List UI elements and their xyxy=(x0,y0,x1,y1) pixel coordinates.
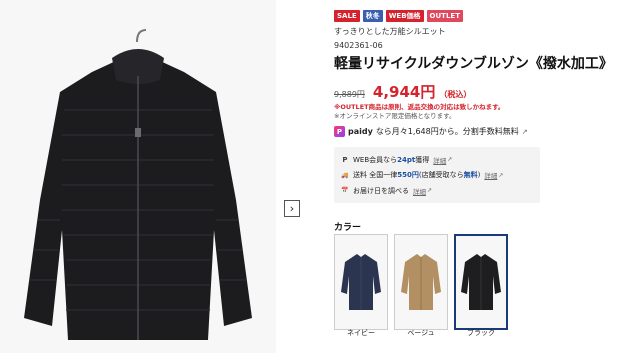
delivery-row: 📅 お届け日を調べる 詳細 ↗ xyxy=(340,183,534,199)
main-product-image xyxy=(0,0,276,353)
shipping-detail-link[interactable]: 詳細 xyxy=(484,170,497,180)
original-price: 9,889円 xyxy=(334,90,365,99)
paidy-row: P paidy なら月々1,648円から。分割手数料無料 ↗ xyxy=(334,125,634,138)
color-name-beige: ベージュ xyxy=(407,329,435,337)
product-title: 軽量リサイクルダウンブルゾン《撥水加工》 xyxy=(334,56,613,72)
price-row: 9,889円 4,944円 （税込） xyxy=(334,81,634,101)
shipping-text-mid: (店舗受取なら xyxy=(418,171,464,180)
points-amount: 24pt xyxy=(397,155,416,164)
color-swatch-black[interactable] xyxy=(454,234,508,330)
badge-outlet: OUTLET xyxy=(426,10,463,22)
color-name-navy: ネイビー xyxy=(347,329,375,337)
badge-season: 秋冬 xyxy=(362,10,383,22)
online-notice: ※オンラインストア限定価格となります。 xyxy=(334,112,456,120)
jacket-illustration xyxy=(24,29,252,340)
badge-sale: SALE xyxy=(334,10,360,22)
points-text-pre: WEB会員なら xyxy=(353,155,398,164)
shipping-row: 🚚 送料 全国一律 550円 (店舗受取なら 無料 ) 詳細 ↗ xyxy=(340,168,534,184)
tax-label: （税込） xyxy=(439,90,472,99)
external-link-icon: ↗ xyxy=(447,156,453,164)
points-detail-link[interactable]: 詳細 xyxy=(433,155,446,165)
color-swatch-navy[interactable] xyxy=(334,234,388,330)
shipping-text-pre: 送料 全国一律 xyxy=(353,171,398,180)
badge-list: SALE 秋冬 WEB価格 OUTLET xyxy=(334,10,634,22)
points-icon: P xyxy=(342,155,348,164)
product-code: 9402361-06 xyxy=(334,41,383,50)
chevron-right-icon: › xyxy=(289,202,295,215)
points-row: P WEB会員なら 24pt 獲得 詳細 ↗ xyxy=(340,152,534,168)
next-image-button[interactable]: › xyxy=(284,200,300,217)
service-info-box: P WEB会員なら 24pt 獲得 詳細 ↗ 🚚 送料 全国一律 550円 (店… xyxy=(334,147,540,203)
color-name-list: ネイビー ベージュ ブラック xyxy=(334,328,508,338)
external-link-icon: ↗ xyxy=(498,171,504,179)
product-info: SALE 秋冬 WEB価格 OUTLET すっきりとした万能シルエット 9402… xyxy=(334,10,634,203)
color-swatch-list xyxy=(334,234,508,330)
color-name-black: ブラック xyxy=(467,329,495,337)
badge-web-price: WEB価格 xyxy=(385,10,424,22)
outlet-notice: ※OUTLET商品は原則、返品交換の対応は致しかねます。 xyxy=(334,103,505,111)
store-pickup-free: 無料 xyxy=(463,171,478,180)
color-swatch-beige[interactable] xyxy=(394,234,448,330)
jacket-thumb-beige xyxy=(401,254,441,310)
jacket-thumb-black xyxy=(461,254,501,310)
truck-icon: 🚚 xyxy=(341,171,349,179)
paidy-logo-icon: P xyxy=(334,126,345,137)
paidy-brand: paidy xyxy=(348,127,373,136)
delivery-check-text[interactable]: お届け日を調べる xyxy=(353,186,409,196)
jacket-thumb-navy xyxy=(341,254,381,310)
delivery-detail-link[interactable]: 詳細 xyxy=(413,186,426,196)
points-text-post: 獲得 xyxy=(415,155,430,164)
paidy-text: なら月々1,648円から。分割手数料無料 xyxy=(375,127,519,136)
calendar-icon: 📅 xyxy=(341,187,349,195)
color-section-label: カラー xyxy=(334,223,362,233)
shipping-text-post: ) xyxy=(477,171,481,180)
shipping-fee: 550円 xyxy=(397,171,419,180)
external-link-icon: ↗ xyxy=(427,187,433,195)
product-tagline: すっきりとした万能シルエット xyxy=(334,27,446,36)
sale-price: 4,944円 xyxy=(372,83,436,101)
external-link-icon[interactable]: ↗ xyxy=(522,128,528,136)
